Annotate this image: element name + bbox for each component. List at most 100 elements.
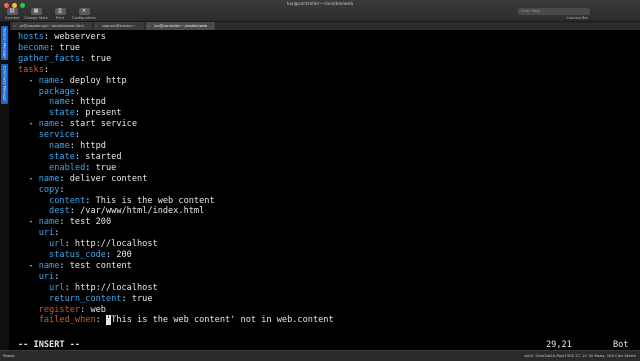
code-token: : true — [121, 293, 153, 304]
code-token: name — [38, 173, 60, 184]
code-line: package: — [18, 87, 80, 98]
tab-controller[interactable]: × lux@controller:~/ansible/web — [146, 22, 216, 30]
code-line: - name: test content — [18, 261, 132, 272]
window-title: lux@controller:~/ansible/web — [286, 2, 354, 7]
code-line: uri: — [18, 271, 60, 283]
code-token: hosts — [18, 32, 44, 42]
code-token: : — [74, 86, 81, 97]
code-token: uri — [38, 228, 55, 239]
code-token: : 200 — [105, 250, 132, 260]
session-manager-tab[interactable]: Session Manager — [1, 26, 8, 60]
code-token: status_code — [49, 250, 106, 260]
code-token: uri — [38, 271, 55, 282]
code-token: : true — [49, 42, 81, 53]
grid-icon: ▦ — [30, 8, 42, 15]
session-info: ssh2: ChaCha20-Poly1305 27, 21 30 Rows, … — [524, 353, 636, 358]
code-line: return_content: true — [18, 293, 153, 305]
change-state-button[interactable]: ▦ Change State — [24, 8, 48, 20]
configuration-button[interactable]: ✕ Configuration — [72, 8, 96, 20]
code-line: - name: test 200 — [18, 217, 111, 228]
tab-vagrant[interactable]: × vagrant@stream:~ — [93, 22, 145, 30]
code-line: service: — [18, 130, 80, 141]
code-token: : deploy http — [59, 75, 127, 86]
code-token: : test 200 — [59, 217, 112, 228]
code-token: name — [38, 119, 60, 130]
code-token: : present — [74, 108, 122, 119]
code-line: name: httpd — [18, 97, 106, 108]
code-token: failed_when — [38, 315, 96, 326]
code-token: url — [49, 239, 65, 250]
code-line: name: httpd — [18, 141, 106, 152]
tools-icon: ✕ — [78, 8, 90, 15]
code-line: status_code: 200 — [18, 250, 132, 261]
terminal-editor[interactable]: hosts: webservers become: true gather_fact… — [10, 30, 640, 350]
status-bar: Ready ssh2: ChaCha20-Poly1305 27, 21 30 … — [0, 350, 640, 361]
code-token: : — [95, 315, 106, 326]
ready-status: Ready — [3, 353, 15, 358]
print-button[interactable]: ⎙ Print — [51, 8, 69, 20]
code-token: - — [18, 260, 39, 271]
code-line: enabled: true — [18, 163, 116, 174]
code-line: - name: deploy http — [18, 75, 127, 87]
code-line: copy: — [18, 185, 65, 196]
code-line: - name: start service — [18, 119, 137, 130]
code-line: - name: deliver content — [18, 174, 147, 185]
title-bar: lux@controller:~/ansible/web ⛓ Connect ▦… — [0, 0, 640, 22]
code-token: dest — [49, 206, 70, 217]
code-token: state — [49, 151, 75, 162]
code-token: : webservers — [43, 32, 106, 42]
code-token: name — [49, 97, 70, 108]
code-token: url — [49, 282, 65, 293]
command-manager-tab[interactable]: Command Manager — [1, 64, 8, 104]
code-token: : start service — [59, 119, 138, 130]
code-line: gather_facts: true — [18, 54, 111, 65]
code-line: dest: /var/www/html/index.html — [18, 206, 204, 217]
code-line: uri: — [18, 228, 60, 239]
code-token: become — [18, 42, 50, 53]
toolbar: ⛓ Connect ▦ Change State ⎙ Print ✕ Confi… — [3, 8, 96, 20]
code-token: : http://localhost — [64, 282, 158, 293]
link-icon: ⛓ — [6, 8, 18, 15]
code-line: tasks: — [18, 65, 49, 76]
code-token: : http://localhost — [64, 239, 158, 250]
print-icon: ⎙ — [54, 8, 66, 15]
close-tab-icon[interactable]: × — [95, 22, 98, 30]
code-line: url: http://localhost — [18, 283, 158, 294]
code-line: state: started — [18, 151, 121, 163]
tab-raspberrypi[interactable]: × pi@raspberrypi:~/ansible/web.html — [12, 22, 92, 30]
connect-button[interactable]: ⛓ Connect — [3, 8, 21, 20]
code-token: : deliver content — [59, 173, 148, 184]
code-token: service — [38, 130, 75, 141]
code-token: : — [43, 64, 50, 75]
close-tab-icon[interactable]: × — [13, 22, 16, 30]
code-token: name — [49, 141, 70, 151]
host-search-input[interactable]: Enter Host — [518, 8, 590, 15]
code-token: name — [38, 260, 60, 271]
session-tabs: × pi@raspberrypi:~/ansible/web.html × va… — [10, 22, 640, 30]
code-token: : true — [80, 53, 112, 64]
code-token: This is the web content' not in web.cont… — [111, 315, 334, 326]
close-tab-icon[interactable]: × — [147, 22, 150, 30]
code-token: : — [59, 184, 65, 195]
code-token: tasks — [18, 64, 44, 75]
code-token: copy — [38, 184, 60, 195]
code-token: return_content — [49, 293, 122, 304]
code-line: register: web — [18, 305, 106, 316]
code-token: - — [18, 217, 39, 228]
code-line: become: true — [18, 43, 80, 54]
code-token: : httpd — [69, 97, 106, 108]
code-token: enabled — [49, 162, 86, 173]
code-token: - — [18, 119, 39, 130]
code-line: failed_when: 'This is the web content' n… — [18, 315, 334, 326]
